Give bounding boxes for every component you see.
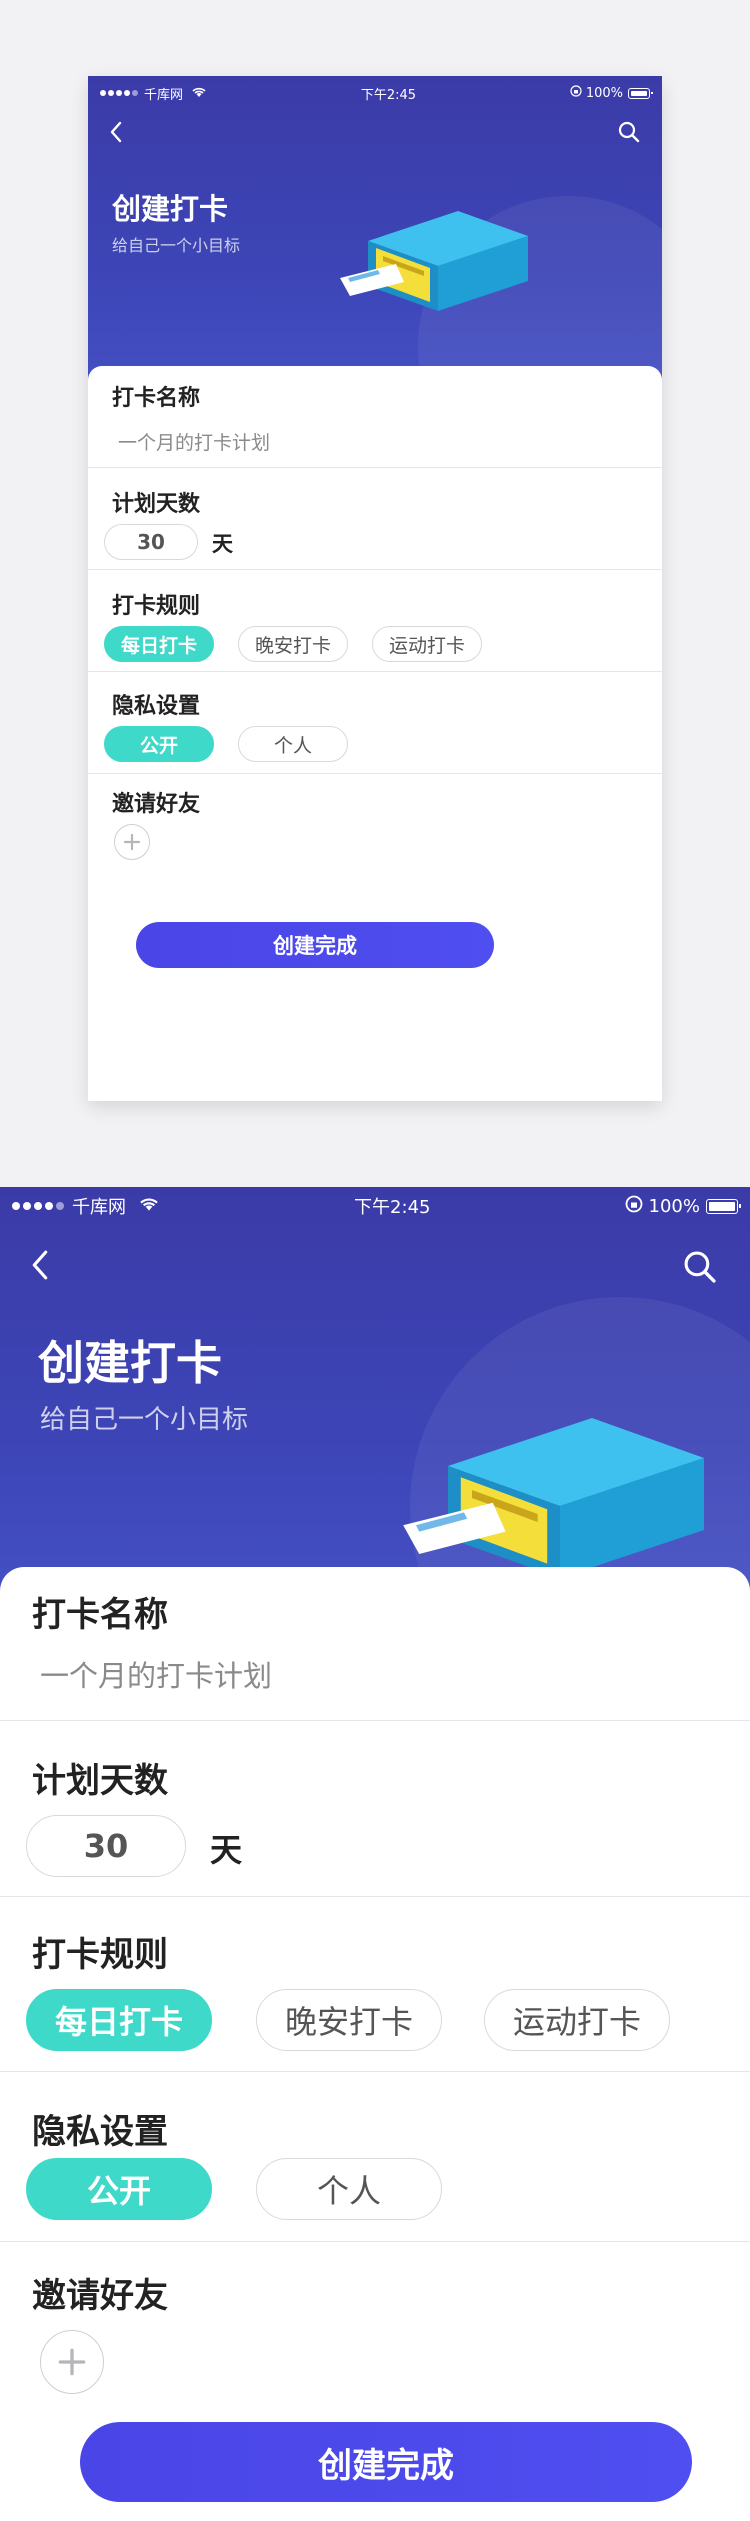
page-subtitle: 给自己一个小目标	[40, 1405, 249, 1435]
rule-option-sport[interactable]: 运动打卡	[372, 626, 482, 662]
page-title: 创建打卡	[112, 192, 229, 226]
privacy-option-public[interactable]: 公开	[26, 2158, 212, 2220]
invite-section: 邀请好友	[88, 774, 662, 874]
back-button[interactable]	[98, 114, 134, 150]
name-input[interactable]: 一个月的打卡计划	[118, 428, 270, 455]
name-input[interactable]: 一个月的打卡计划	[40, 1653, 272, 1695]
days-label: 计划天数	[112, 492, 201, 517]
battery-icon	[705, 1198, 741, 1214]
box-illustration	[403, 1418, 704, 1578]
signal-icon	[100, 90, 138, 96]
status-time: 下午2:45	[360, 87, 417, 103]
wifi-icon	[138, 1196, 160, 1217]
rule-option-sport[interactable]: 运动打卡	[484, 1989, 670, 2051]
name-section: 打卡名称 一个月的打卡计划	[88, 366, 662, 468]
days-input[interactable]: 30	[104, 524, 198, 560]
privacy-label: 隐私设置	[32, 2112, 168, 2152]
box-illustration	[340, 211, 528, 311]
name-section: 打卡名称 一个月的打卡计划	[0, 1567, 750, 1721]
days-input[interactable]: 30	[26, 1815, 186, 1877]
privacy-option-personal[interactable]: 个人	[238, 726, 348, 762]
chevron-left-icon	[32, 1250, 48, 1280]
header-banner: 千库网 下午2:45 100% 创建打卡 给自己一个小目标	[88, 76, 662, 396]
submit-button[interactable]: 创建完成	[80, 2422, 692, 2502]
rules-label: 打卡规则	[32, 1935, 168, 1975]
rule-option-night[interactable]: 晚安打卡	[238, 626, 348, 662]
status-time: 下午2:45	[354, 1197, 431, 1218]
wifi-icon	[191, 86, 207, 101]
days-label: 计划天数	[32, 1761, 168, 1801]
name-label: 打卡名称	[32, 1595, 168, 1635]
rule-option-daily[interactable]: 每日打卡	[26, 1989, 212, 2051]
carrier-label: 千库网	[72, 1197, 126, 1218]
search-icon	[684, 1251, 716, 1283]
signal-icon	[12, 1202, 64, 1210]
search-button[interactable]	[611, 114, 647, 150]
chevron-left-icon	[110, 121, 122, 143]
privacy-section: 隐私设置 公开 个人	[88, 672, 662, 774]
preview-screen: 千库网 下午2:45 100% 创建打卡 给自己一个小目标 打卡名称 一个月的打…	[88, 76, 662, 1101]
days-section: 计划天数 30 天	[88, 468, 662, 570]
carrier-label: 千库网	[144, 87, 184, 103]
rotation-lock-icon	[625, 1195, 643, 1218]
status-bar: 千库网 下午2:45 100%	[0, 1191, 750, 1221]
form-card: 打卡名称 一个月的打卡计划 计划天数 30 天 打卡规则 每日打卡 晚安打卡 运…	[0, 1567, 750, 2521]
invite-label: 邀请好友	[32, 2276, 168, 2316]
invite-section: 邀请好友	[0, 2242, 750, 2402]
plus-icon	[58, 2348, 86, 2376]
rules-section: 打卡规则 每日打卡 晚安打卡 运动打卡	[0, 1897, 750, 2072]
rules-section: 打卡规则 每日打卡 晚安打卡 运动打卡	[88, 570, 662, 672]
header-banner: 千库网 下午2:45 100% 创建打卡 给自己一个小目标	[0, 1187, 750, 1607]
days-unit: 天	[212, 532, 233, 556]
battery-label: 100%	[585, 85, 623, 101]
back-button[interactable]	[16, 1241, 64, 1289]
privacy-option-public[interactable]: 公开	[104, 726, 214, 762]
form-card: 打卡名称 一个月的打卡计划 计划天数 30 天 打卡规则 每日打卡 晚安打卡 运…	[88, 366, 662, 1101]
search-icon	[618, 121, 640, 143]
rule-option-daily[interactable]: 每日打卡	[104, 626, 214, 662]
page-subtitle: 给自己一个小目标	[112, 236, 241, 255]
add-friend-button[interactable]	[114, 824, 150, 860]
rule-option-night[interactable]: 晚安打卡	[256, 1989, 442, 2051]
submit-button[interactable]: 创建完成	[136, 922, 494, 968]
privacy-section: 隐私设置 公开 个人	[0, 2072, 750, 2242]
rotation-lock-icon	[570, 85, 582, 101]
add-friend-button[interactable]	[40, 2330, 104, 2394]
days-unit: 天	[210, 1831, 243, 1869]
rules-label: 打卡规则	[112, 594, 201, 619]
privacy-label: 隐私设置	[112, 694, 201, 719]
invite-label: 邀请好友	[112, 792, 201, 817]
days-section: 计划天数 30 天	[0, 1721, 750, 1897]
page-title: 创建打卡	[38, 1336, 222, 1390]
main-screen: 千库网 下午2:45 100% 创建打卡 给自己一个小目标 打卡名称 一个月的打…	[0, 1187, 750, 2521]
name-label: 打卡名称	[112, 386, 201, 411]
privacy-option-personal[interactable]: 个人	[256, 2158, 442, 2220]
plus-icon	[123, 833, 141, 851]
status-bar: 千库网 下午2:45 100%	[88, 82, 662, 104]
search-button[interactable]	[674, 1241, 726, 1293]
battery-label: 100%	[648, 1195, 700, 1217]
battery-icon	[627, 87, 653, 99]
